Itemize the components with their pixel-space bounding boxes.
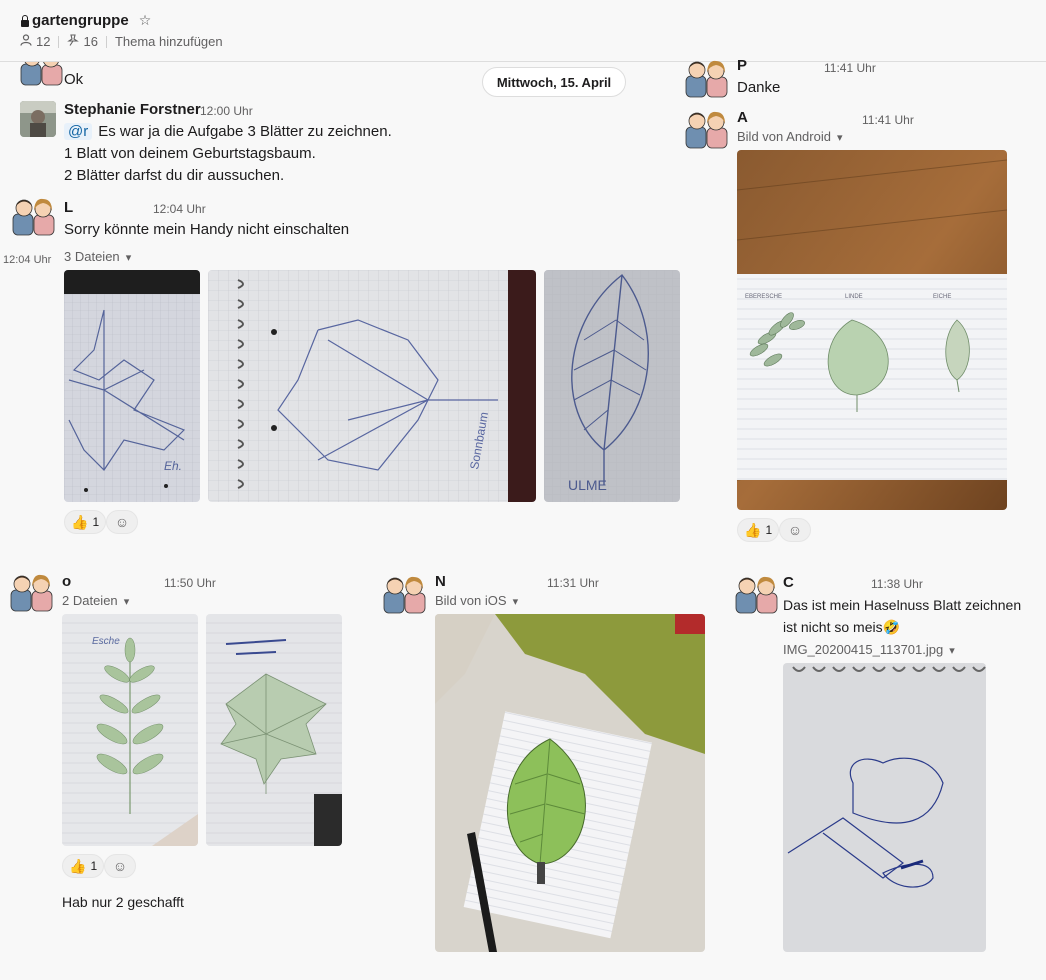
reaction-thumbs-up[interactable]: 👍 1 — [737, 518, 780, 542]
attached-image[interactable] — [206, 614, 342, 846]
timestamp[interactable]: 11:50 Uhr — [164, 576, 216, 590]
sender-name[interactable]: P — [737, 57, 747, 74]
thumbs-up-icon: 👍 — [69, 857, 87, 874]
date-divider[interactable]: Mittwoch, 15. April — [482, 67, 626, 97]
message-text: Hab nur 2 geschafft — [62, 894, 184, 910]
add-emoji-icon: ☺ — [787, 522, 803, 538]
attached-image[interactable] — [783, 663, 986, 952]
sender-name[interactable]: N — [435, 573, 446, 590]
add-reaction-button[interactable]: ☺ — [779, 518, 811, 542]
channel-header: gartengruppe ☆ 12 16 Thema hinzufügen — [0, 0, 1046, 62]
svg-text:ULME: ULME — [568, 477, 607, 493]
timestamp[interactable]: 11:31 Uhr — [547, 576, 599, 590]
attached-image[interactable]: Esche — [62, 614, 198, 846]
svg-text:Esche: Esche — [92, 636, 120, 647]
channel-title[interactable]: gartengruppe ☆ — [20, 12, 151, 29]
sender-name[interactable]: A — [737, 109, 748, 126]
avatar[interactable] — [12, 196, 56, 236]
attached-image[interactable]: EBERESCHE LINDE EICHE — [737, 150, 1007, 510]
avatar[interactable] — [685, 109, 729, 149]
reaction-count: 1 — [90, 859, 98, 873]
timestamp[interactable]: 11:38 Uhr — [871, 577, 923, 591]
star-icon[interactable]: ☆ — [139, 12, 152, 29]
emoji-icon: 🤣 — [882, 619, 901, 635]
message-text: ist nicht so meis🤣 — [783, 616, 900, 638]
timestamp[interactable]: 11:41 Uhr — [862, 113, 914, 127]
paper-label: EBERESCHE — [745, 294, 782, 300]
message-text: Sorry könnte mein Handy nicht einschalte… — [64, 221, 350, 238]
lock-icon — [20, 14, 30, 27]
pin-count[interactable]: 16 — [83, 34, 97, 49]
files-toggle[interactable]: 3 Dateien — [64, 249, 131, 264]
thumbs-up-icon: 👍 — [744, 521, 762, 538]
files-toggle[interactable]: 2 Dateien — [62, 593, 129, 608]
channel-meta: 12 16 Thema hinzufügen — [20, 34, 223, 49]
attached-image[interactable] — [435, 614, 705, 952]
avatar[interactable] — [685, 58, 729, 98]
hover-timestamp[interactable]: 12:04 Uhr — [3, 254, 51, 266]
message-line: 2 Blätter darfst du dir aussuchen. — [64, 167, 285, 184]
svg-text:Eh.: Eh. — [164, 459, 182, 473]
sender-name[interactable]: C — [783, 574, 794, 591]
image-toggle[interactable]: Bild von iOS — [435, 593, 518, 608]
file-toggle[interactable]: IMG_20200415_113701.jpg — [783, 642, 955, 657]
reaction-thumbs-up[interactable]: 👍 1 — [64, 510, 107, 534]
timestamp[interactable]: 12:00 Uhr — [200, 104, 253, 118]
divider — [105, 35, 107, 48]
user-mention[interactable]: @r — [64, 123, 93, 140]
avatar[interactable] — [10, 572, 54, 612]
reaction-thumbs-up[interactable]: 👍 1 — [62, 854, 105, 878]
avatar[interactable] — [20, 62, 64, 86]
add-topic-link[interactable]: Thema hinzufügen — [115, 34, 223, 49]
reaction-count: 1 — [92, 515, 100, 529]
reaction-count: 1 — [765, 523, 773, 537]
pin-icon[interactable] — [67, 34, 80, 49]
sender-name[interactable]: o — [62, 573, 71, 590]
message-text: Danke — [737, 79, 781, 96]
paper-label: LINDE — [845, 294, 863, 300]
add-emoji-icon: ☺ — [112, 858, 128, 874]
message-line: 1 Blatt von deinem Geburtstagsbaum. — [64, 145, 316, 162]
message-line: ist nicht so meis — [783, 619, 883, 635]
avatar[interactable] — [735, 574, 779, 614]
attached-image[interactable]: ULME — [544, 270, 680, 502]
thumbs-up-icon: 👍 — [71, 513, 89, 530]
divider — [58, 35, 60, 48]
members-icon[interactable] — [20, 34, 32, 49]
add-reaction-button[interactable]: ☺ — [106, 510, 138, 534]
image-toggle[interactable]: Bild von Android — [737, 129, 843, 144]
avatar[interactable] — [20, 101, 56, 137]
add-emoji-icon: ☺ — [114, 514, 130, 530]
message-text: @r Es war ja die Aufgabe 3 Blätter zu zei… — [64, 121, 392, 143]
member-count[interactable]: 12 — [36, 34, 50, 49]
timestamp[interactable]: 11:41 Uhr — [824, 61, 876, 75]
attached-image[interactable]: Eh. — [64, 270, 200, 502]
attached-image[interactable]: Sonnbaum — [208, 270, 536, 502]
sender-name[interactable]: L — [64, 199, 73, 216]
add-reaction-button[interactable]: ☺ — [104, 854, 136, 878]
timestamp[interactable]: 12:04 Uhr — [153, 202, 206, 216]
avatar[interactable] — [383, 574, 427, 614]
message-line: Das ist mein Haselnuss Blatt zeichnen — [783, 597, 1022, 613]
message-text: Ok — [64, 71, 84, 88]
paper-label: EICHE — [933, 294, 951, 300]
channel-name: gartengruppe — [32, 12, 129, 29]
sender-name[interactable]: Stephanie Forstner — [64, 101, 201, 118]
message-line: Es war ja die Aufgabe 3 Blätter zu zeich… — [98, 123, 392, 140]
